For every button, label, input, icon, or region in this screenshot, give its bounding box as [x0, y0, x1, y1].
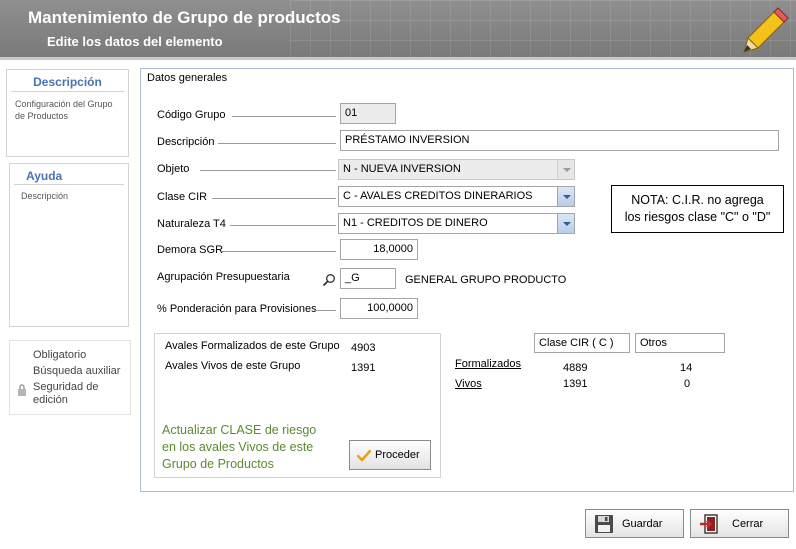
chevron-down-icon[interactable]: [557, 187, 574, 206]
objeto-label: Objeto: [157, 163, 190, 175]
update-class-text: Actualizar CLASE de riesgo en los avales…: [162, 422, 316, 473]
agrupacion-description: GENERAL GRUPO PRODUCTO: [405, 274, 567, 286]
cir-note-line2: los riesgos clase "C" o "D": [624, 210, 771, 224]
update-class-line1: Actualizar CLASE de riesgo: [162, 423, 317, 437]
codigo-input[interactable]: 01: [340, 103, 396, 124]
update-class-line3: Grupo de Productos: [162, 457, 274, 471]
agrupacion-input[interactable]: _G: [340, 268, 396, 289]
page-subtitle: Edite los datos del elemento: [47, 34, 223, 49]
check-icon: [357, 450, 371, 462]
naturaleza-select[interactable]: N1 - CREDITOS DE DINERO: [338, 213, 575, 234]
cerrar-button-label: Cerrar: [732, 518, 764, 530]
descripcion-label: Descripción: [157, 136, 215, 148]
legend-aux-search: Búsqueda auxiliar: [33, 365, 121, 377]
leader-line: [218, 143, 336, 144]
formalizados-value: 4903: [351, 342, 376, 354]
objeto-select[interactable]: N - NUEVA INVERSION: [338, 159, 575, 180]
codigo-label: Código Grupo: [157, 109, 226, 121]
demora-input[interactable]: 18,0000: [340, 239, 418, 260]
row-vivos-link[interactable]: Vivos: [455, 378, 482, 390]
page-title: Mantenimiento de Grupo de productos: [28, 8, 341, 27]
demora-label: Demora SGR: [157, 244, 224, 256]
legend-mandatory: Obligatorio: [33, 349, 87, 361]
window-header: Mantenimiento de Grupo de productos Edit…: [0, 0, 796, 57]
header-divider: [0, 57, 796, 60]
clase-cir-select-value: C - AVALES CREDITOS DINERARIOS: [343, 190, 533, 202]
cir-note-line1: NOTA: C.I.R. no agrega: [631, 193, 764, 207]
panel-divider: [11, 91, 124, 92]
row-formalizados-link[interactable]: Formalizados: [455, 358, 521, 370]
header-pattern: [290, 0, 796, 57]
col-clase-cir-header: Clase CIR ( C ): [534, 333, 630, 353]
legend-panel: Obligatorio Búsqueda auxiliar Seguridad …: [9, 340, 131, 415]
description-panel-title: Descripción: [33, 75, 102, 89]
panel-divider: [14, 184, 124, 185]
formalizados-label: Avales Formalizados de este Grupo: [165, 340, 340, 352]
row-vivos-otros: 0: [684, 378, 691, 390]
leader-line: [222, 251, 336, 252]
vivos-label: Avales Vivos de este Grupo: [165, 360, 301, 372]
guardar-button-label: Guardar: [622, 518, 663, 530]
section-title: Datos generales: [147, 72, 228, 84]
leader-line: [232, 116, 336, 117]
cerrar-button[interactable]: Cerrar: [690, 509, 789, 538]
exit-icon: [700, 514, 718, 534]
descripcion-input[interactable]: PRÉSTAMO INVERSION: [340, 130, 779, 151]
row-vivos-c: 1391: [563, 378, 588, 390]
legend-edit-security: Seguridad de edición: [33, 381, 99, 406]
row-formalizados-otros: 14: [680, 362, 693, 374]
clase-cir-select[interactable]: C - AVALES CREDITOS DINERARIOS: [338, 186, 575, 207]
leader-line: [212, 198, 336, 199]
description-panel: Descripción Configuración del Grupo de P…: [6, 69, 129, 157]
floppy-icon: [595, 515, 613, 533]
leader-line: [200, 170, 336, 171]
leader-line: [314, 310, 336, 311]
col-otros-header: Otros: [635, 333, 725, 353]
proceder-button-label: Proceder: [375, 449, 420, 461]
proceder-button[interactable]: Proceder: [349, 440, 431, 470]
description-panel-text: Configuración del Grupo de Productos: [15, 99, 113, 121]
help-panel-title: Ayuda: [26, 169, 63, 183]
leader-line: [230, 225, 336, 226]
ponderacion-label: % Ponderación para Provisiones: [157, 303, 317, 315]
update-class-line2: en los avales Vivos de este: [162, 440, 314, 454]
chevron-down-icon: [557, 160, 574, 179]
naturaleza-label: Naturaleza T4: [157, 218, 226, 230]
row-formalizados-c: 4889: [563, 362, 588, 374]
cir-note: NOTA: C.I.R. no agrega los riesgos clase…: [611, 185, 784, 233]
chevron-down-icon[interactable]: [557, 214, 574, 233]
clase-cir-label: Clase CIR: [157, 191, 208, 203]
lock-icon: [18, 384, 26, 396]
help-panel: Ayuda Descripción: [9, 163, 129, 327]
help-panel-text: Descripción: [21, 191, 69, 201]
vivos-value: 1391: [351, 362, 376, 374]
agrupacion-label: Agrupación Presupuestaria: [157, 271, 290, 283]
magnifier-icon[interactable]: [322, 273, 336, 287]
guardar-button[interactable]: Guardar: [585, 509, 684, 538]
ponderacion-input[interactable]: 100,0000: [340, 298, 418, 319]
naturaleza-select-value: N1 - CREDITOS DE DINERO: [343, 217, 488, 229]
objeto-select-value: N - NUEVA INVERSION: [343, 163, 461, 175]
pencil-icon: [743, 7, 789, 53]
